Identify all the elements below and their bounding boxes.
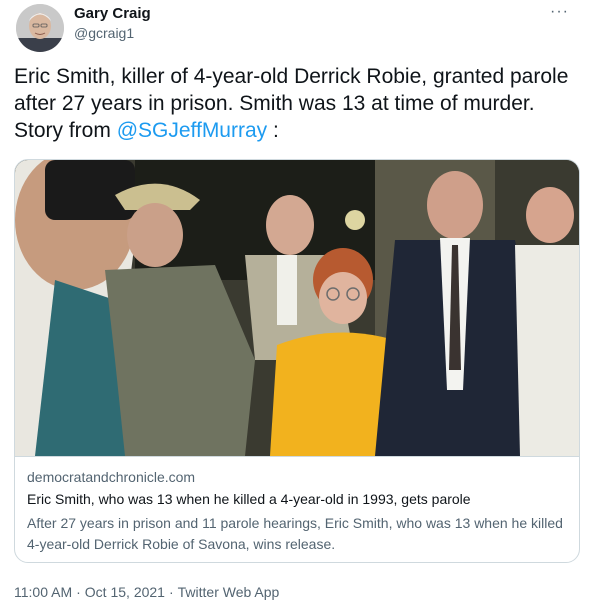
card-divider [15,456,579,457]
tweet-source[interactable]: Twitter Web App [178,584,280,600]
tweet-meta: 11:00 AM · Oct 15, 2021 · Twitter Web App [14,584,279,600]
tweet-text: Eric Smith, killer of 4-year-old Derrick… [14,63,574,144]
link-card[interactable]: democratandchronicle.com Eric Smith, who… [14,159,580,563]
more-options-icon[interactable]: ··· [550,3,569,21]
tweet-text-body: Eric Smith, killer of 4-year-old Derrick… [14,65,569,142]
meta-separator: · [76,584,81,600]
card-description: After 27 years in prison and 11 parole h… [27,515,563,552]
card-image[interactable] [15,160,579,456]
tweet-date[interactable]: Oct 15, 2021 [85,584,165,600]
tweet-text-tail: : [267,119,279,142]
tweet-time[interactable]: 11:00 AM [14,584,72,600]
card-title: Eric Smith, who was 13 when he killed a … [27,491,471,507]
author-handle[interactable]: @gcraig1 [74,25,134,41]
mention-link[interactable]: @SGJeffMurray [117,119,267,142]
card-domain: democratandchronicle.com [27,469,196,485]
author-name[interactable]: Gary Craig [74,5,151,22]
tweet: Gary Craig @gcraig1 ··· Eric Smith, kill… [0,0,589,610]
meta-separator: · [168,584,174,600]
avatar[interactable] [16,4,64,52]
